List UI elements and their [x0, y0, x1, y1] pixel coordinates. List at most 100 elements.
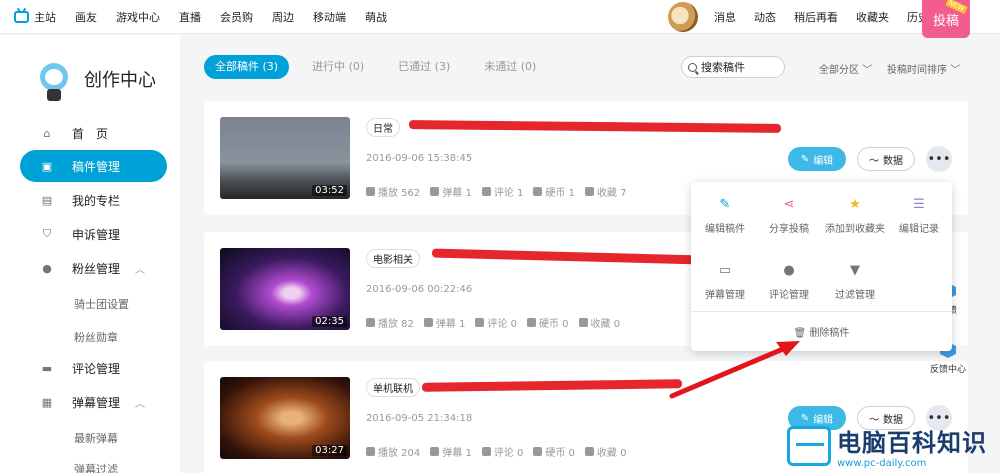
stat-danmaku: 弹幕 1	[430, 444, 472, 459]
stat-favorites: 收藏 0	[584, 444, 626, 459]
nav-item-mobile[interactable]: 移动端	[313, 9, 346, 25]
nav-item-member-shop[interactable]: 会员购	[220, 9, 253, 25]
top-right-nav: 消息 动态 稍后再看 收藏夹 历史	[714, 0, 929, 34]
danmaku-icon	[430, 447, 440, 456]
video-category-tag: 日常	[366, 118, 400, 137]
chevron-down-icon: ﹀	[862, 65, 873, 76]
zone-filter-label: 全部分区	[819, 65, 859, 76]
video-category-tag: 单机联机	[366, 378, 420, 397]
redaction-mark	[431, 248, 703, 265]
comment-icon	[481, 447, 491, 456]
delete-label: 删除稿件	[809, 328, 850, 339]
sidebar-item-label: 评论管理	[72, 361, 121, 376]
nav-favorites[interactable]: 收藏夹	[856, 9, 889, 25]
avatar[interactable]	[668, 2, 698, 32]
nav-item-huayou[interactable]: 画友	[75, 9, 97, 25]
sidebar-item-label: 申诉管理	[72, 227, 121, 242]
sidebar: 创作中心 ⌂ 首 页 ▣ 稿件管理 ▤ 我的专栏 ⛉ 申诉管理 ● 粉丝管理 ︿…	[0, 35, 180, 473]
sidebar-item-home[interactable]: ⌂ 首 页	[20, 117, 167, 149]
list-icon: ☰	[913, 197, 925, 212]
video-duration: 02:35	[312, 316, 347, 327]
menu-edit-video[interactable]: ✎ 编辑稿件	[692, 198, 758, 236]
pencil-icon: ✎	[800, 153, 810, 165]
sidebar-item-appeal[interactable]: ⛉ 申诉管理	[20, 218, 167, 250]
more-label: •••	[927, 151, 951, 167]
redaction-mark	[421, 379, 683, 392]
nav-item-games[interactable]: 游戏中心	[116, 9, 160, 25]
menu-divider	[691, 311, 952, 312]
sidebar-subitem-knights[interactable]: 骑士团设置	[74, 296, 129, 312]
nav-messages[interactable]: 消息	[714, 9, 736, 25]
nav-item-live[interactable]: 直播	[179, 9, 201, 25]
sidebar-subitem-latest-danmaku[interactable]: 最新弹幕	[74, 430, 118, 446]
play-icon	[366, 318, 375, 327]
edit-label: 编辑	[813, 155, 834, 167]
menu-danmaku-manage[interactable]: ▭ 弹幕管理	[692, 263, 758, 302]
monitor-logo-icon	[787, 426, 831, 466]
menu-add-favorite[interactable]: ★ 添加到收藏夹	[820, 198, 890, 236]
stat-danmaku: 弹幕 1	[430, 184, 472, 199]
danmaku-icon	[423, 318, 433, 327]
menu-delete-video[interactable]: 🗑 删除稿件	[691, 324, 952, 339]
edit-button[interactable]: ✎ 编辑	[788, 147, 846, 171]
nav-home[interactable]: 主站	[14, 9, 56, 25]
play-icon	[366, 187, 375, 196]
upload-button[interactable]: 投稿 NEW	[922, 0, 970, 38]
trash-icon: 🗑	[793, 328, 807, 339]
video-thumbnail[interactable]: 02:35	[220, 248, 350, 330]
zone-filter-dropdown[interactable]: 全部分区 ﹀	[819, 61, 872, 76]
video-duration: 03:52	[312, 185, 347, 196]
video-date: 2016-09-05 21:34:18	[366, 413, 473, 424]
menu-comment-manage[interactable]: ● 评论管理	[756, 264, 822, 302]
tab-rejected[interactable]: 未通过 (0)	[473, 55, 547, 79]
sidebar-item-label: 我的专栏	[72, 193, 121, 208]
nav-home-label: 主站	[34, 11, 56, 24]
chevron-down-icon: ﹀	[950, 65, 961, 76]
shield-icon: ⛉	[42, 227, 52, 240]
mascot-icon	[34, 55, 74, 103]
video-thumbnail[interactable]: 03:52	[220, 117, 350, 199]
more-actions-menu: ✎ 编辑稿件 ⋖ 分享投稿 ★ 添加到收藏夹 ☰ 编辑记录 ▭ 弹幕管理 ● 评论管理 ▼ 过…	[691, 182, 952, 351]
watermark-title: 电脑百科知识	[837, 429, 987, 457]
more-button[interactable]: •••	[926, 146, 952, 172]
nav-item-merch[interactable]: 周边	[272, 9, 294, 25]
tab-in-progress[interactable]: 进行中 (0)	[301, 55, 375, 79]
menu-filter-manage[interactable]: ▼ 过滤管理	[820, 263, 890, 302]
sidebar-item-column[interactable]: ▤ 我的专栏	[20, 184, 167, 216]
watermark-url: www.pc-daily.com	[837, 458, 927, 469]
star-icon	[578, 318, 588, 327]
video-stats: 播放 82 弹幕 1 评论 0 硬币 0 收藏 0	[366, 315, 620, 330]
chevron-up-icon[interactable]: ︿	[135, 395, 145, 410]
sidebar-subitem-danmaku-filter[interactable]: 弹幕过滤	[74, 461, 118, 473]
filter-icon: ▼	[850, 263, 860, 278]
data-button[interactable]: 〜数据	[857, 147, 915, 171]
menu-share[interactable]: ⋖ 分享投稿	[756, 198, 822, 236]
top-bar: 主站 画友 游戏中心 直播 会员购 周边 移动端 萌战 消息 动态 稍后再看 收…	[0, 0, 1000, 38]
status-tabs: 全部稿件 (3) 进行中 (0) 已通过 (3) 未通过 (0)	[204, 55, 547, 79]
nav-dynamics[interactable]: 动态	[754, 9, 776, 25]
search-input[interactable]: 搜索稿件	[681, 56, 785, 78]
chevron-up-icon[interactable]: ︿	[135, 261, 145, 276]
stat-favorites: 收藏 0	[578, 315, 620, 330]
sidebar-title: 创作中心	[84, 70, 156, 91]
tab-approved[interactable]: 已通过 (3)	[387, 55, 461, 79]
video-thumbnail[interactable]: 03:27	[220, 377, 350, 459]
danmaku-icon: ▭	[718, 263, 732, 278]
top-nav: 主站 画友 游戏中心 直播 会员购 周边 移动端 萌战	[14, 0, 387, 34]
menu-edit-history[interactable]: ☰ 编辑记录	[886, 197, 952, 236]
sidebar-item-label: 粉丝管理	[72, 261, 121, 276]
article-icon: ▤	[41, 193, 53, 207]
star-icon	[584, 447, 594, 456]
sidebar-item-video-manage[interactable]: ▣ 稿件管理	[20, 150, 167, 182]
sidebar-item-comments[interactable]: ▬ 评论管理	[20, 352, 167, 384]
tab-all[interactable]: 全部稿件 (3)	[204, 55, 290, 79]
stat-plays: 播放 82	[366, 315, 414, 330]
sort-dropdown[interactable]: 投稿时间排序 ﹀	[887, 61, 960, 76]
comment-icon: ▬	[41, 361, 53, 375]
stat-coins: 硬币 1	[533, 184, 575, 199]
coin-icon	[533, 447, 543, 456]
sidebar-subitem-fan-medal[interactable]: 粉丝勋章	[74, 329, 118, 345]
nav-watch-later[interactable]: 稍后再看	[794, 9, 838, 25]
redaction-mark	[408, 120, 782, 133]
nav-item-moezhan[interactable]: 萌战	[365, 9, 387, 25]
